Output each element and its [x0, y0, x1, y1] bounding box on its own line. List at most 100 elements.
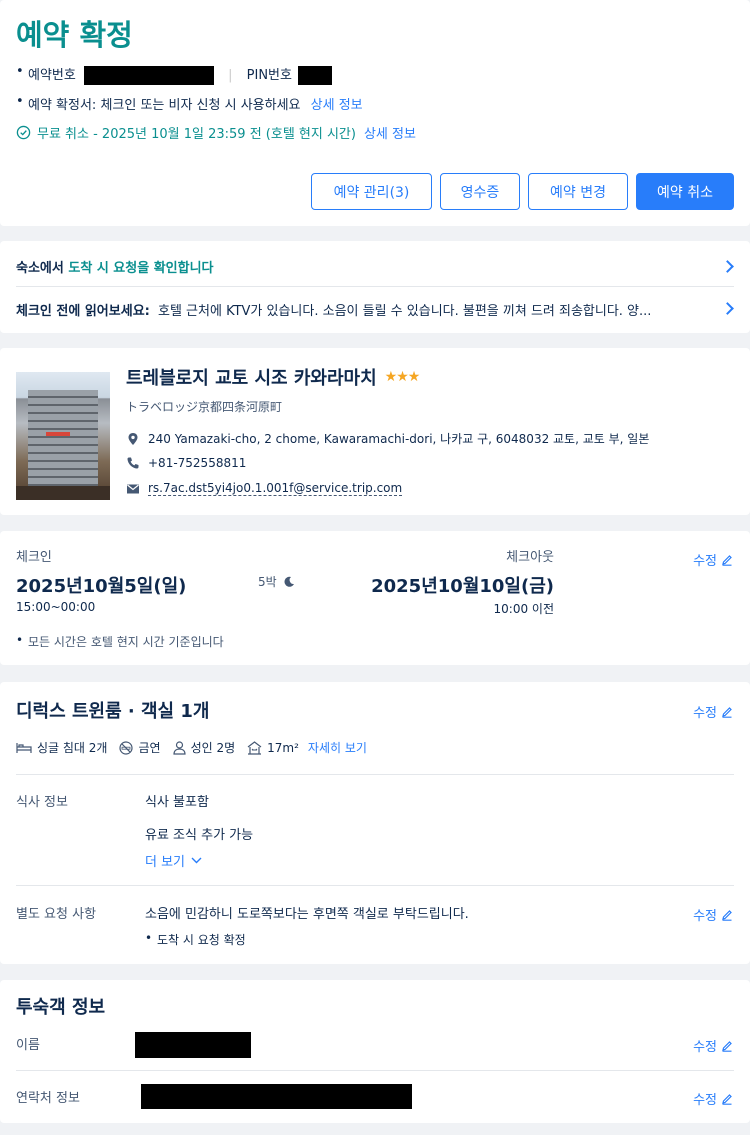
checkin-label: 체크인 [16, 550, 52, 565]
chevron-down-icon [191, 857, 202, 864]
free-cancel-details-link[interactable]: 상세 정보 [364, 123, 416, 142]
pencil-icon [722, 554, 732, 566]
confirmation-details-link[interactable]: 상세 정보 [311, 98, 363, 113]
guest-name-edit-button[interactable]: 수정 [693, 1036, 733, 1055]
room-amenities: 싱글 침대 2개 금연 성인 2명 17m² 자세히 보기 [16, 739, 367, 756]
nights-row: 5박 [258, 573, 295, 590]
cancel-booking-button[interactable]: 예약 취소 [636, 173, 734, 210]
size-amenity: 17m² 자세히 보기 [247, 739, 367, 756]
contact-label: 연락처 정보 [16, 1091, 80, 1106]
hotel-name-row: 트레블로지 교토 시조 카와라마치 ★★★ [126, 364, 421, 390]
guests-amenity: 성인 2명 [172, 739, 236, 756]
more-link[interactable]: 더 보기 [145, 851, 202, 870]
page-title: 예약 확정 [16, 18, 133, 52]
receipt-button[interactable]: 영수증 [440, 173, 520, 210]
location-pin-icon [128, 432, 138, 445]
hotel-email[interactable]: rs.7ac.dst5yi4jo0.1.001f@service.trip.co… [148, 481, 403, 496]
free-cancel-text: 무료 취소 - 2025년 10월 1일 23:59 전 (호텔 현지 시간) [37, 127, 356, 142]
edit-label: 수정 [693, 706, 717, 721]
meal-label: 식사 정보 [16, 795, 68, 810]
meal-extra: 유료 조식 추가 가능 [145, 828, 254, 843]
change-booking-button[interactable]: 예약 변경 [528, 173, 628, 210]
contact-redacted [141, 1084, 412, 1109]
hotel-local-name: トラベロッジ京都四条河原町 [126, 400, 283, 414]
manage-booking-button[interactable]: 예약 관리(3) [311, 173, 432, 210]
address-row: 240 Yamazaki-cho, 2 chome, Kawaramachi-d… [126, 430, 649, 447]
divider [16, 885, 734, 886]
checkout-date: 2025년10월10일(금) [371, 576, 554, 597]
hotel-address: 240 Yamazaki-cho, 2 chome, Kawaramachi-d… [148, 432, 650, 446]
guest-name-redacted [135, 1032, 251, 1058]
checkout-time: 10:00 이전 [493, 602, 554, 616]
check-circle-icon [16, 125, 31, 140]
confirmation-text: 예약 확정서: 체크인 또는 비자 신청 시 사용하세요 [28, 98, 301, 113]
person-icon [172, 740, 186, 755]
room-card: 디럭스 트윈룸 · 객실 1개 수정 싱글 침대 2개 금연 성인 2명 17m… [0, 682, 750, 964]
guest-info-card: 투숙객 정보 이름 수정 연락처 정보 수정 [0, 980, 750, 1123]
checkin-date: 2025년10월5일(일) [16, 576, 187, 597]
hotel-card: 트레블로지 교토 시조 카와라마치 ★★★ トラベロッジ京都四条河原町 240 … [0, 348, 750, 515]
divider [16, 286, 734, 287]
stay-edit-button[interactable]: 수정 [693, 550, 733, 569]
booking-number-row: 예약번호 | PIN번호 [16, 64, 333, 85]
nights-count: 5박 [258, 575, 277, 589]
guest-name-label: 이름 [16, 1038, 40, 1053]
timezone-note: 모든 시간은 호텔 현지 시간 기준입니다 [16, 633, 224, 650]
pin-label: PIN번호 [246, 68, 292, 83]
phone-row: +81-752558811 [126, 456, 246, 470]
request-edit-button[interactable]: 수정 [693, 905, 733, 924]
hotel-name[interactable]: 트레블로지 교토 시조 카와라마치 [126, 364, 377, 390]
edit-label: 수정 [693, 1040, 717, 1055]
bed-icon [16, 742, 32, 753]
smoking-text: 금연 [138, 741, 161, 755]
guest-info-title: 투숙객 정보 [16, 997, 106, 1018]
booking-header-card: 예약 확정 예약번호 | PIN번호 예약 확정서: 체크인 또는 비자 신청 … [0, 0, 750, 226]
bed-text: 싱글 침대 2개 [37, 741, 108, 755]
phone-icon [127, 457, 139, 469]
star-rating-icon: ★★★ [384, 369, 421, 385]
free-cancel-row: 무료 취소 - 2025년 10월 1일 23:59 전 (호텔 현지 시간) … [16, 123, 416, 142]
arrival-highlight: 도착 시 요청을 확인합니다 [68, 261, 214, 276]
edit-label: 수정 [693, 554, 717, 569]
confirmation-row: 예약 확정서: 체크인 또는 비자 신청 시 사용하세요 상세 정보 [16, 94, 363, 113]
mail-icon [127, 484, 139, 493]
checkout-label: 체크아웃 [506, 550, 554, 565]
email-row: rs.7ac.dst5yi4jo0.1.001f@service.trip.co… [126, 481, 403, 496]
arrival-prefix: 숙소에서 [16, 261, 69, 276]
pencil-icon [722, 1093, 732, 1105]
room-edit-button[interactable]: 수정 [693, 702, 733, 721]
read-before-checkin-row[interactable]: 체크인 전에 읽어보세요: 호텔 근처에 KTV가 있습니다. 소음이 들릴 수… [16, 300, 706, 319]
divider [16, 1070, 734, 1071]
separator: | [228, 68, 233, 83]
edit-label: 수정 [693, 909, 717, 924]
meal-value: 식사 불포함 [145, 795, 209, 810]
stay-dates-card: 체크인 2025년10월5일(일) 15:00~00:00 5박 체크아웃 20… [0, 531, 750, 665]
moon-icon [284, 576, 294, 587]
pencil-icon [722, 706, 732, 718]
smoking-amenity: 금연 [119, 739, 161, 756]
pencil-icon [722, 909, 732, 921]
checkin-time: 15:00~00:00 [16, 600, 96, 614]
pin-redacted [298, 66, 333, 85]
request-label: 별도 요청 사항 [16, 907, 97, 922]
room-details-link[interactable]: 자세히 보기 [308, 739, 367, 756]
hotel-image [16, 372, 110, 500]
divider [16, 774, 734, 775]
hotel-phone[interactable]: +81-752558811 [148, 456, 246, 470]
more-link-label: 더 보기 [145, 855, 186, 870]
chevron-right-icon[interactable] [721, 302, 734, 315]
booking-no-label: 예약번호 [28, 68, 76, 83]
edit-label: 수정 [693, 1093, 717, 1108]
read-before-text: 호텔 근처에 KTV가 있습니다. 소음이 들릴 수 있습니다. 불편을 끼쳐 … [158, 304, 652, 319]
bed-amenity: 싱글 침대 2개 [16, 739, 107, 756]
room-title: 디럭스 트윈룸 · 객실 1개 [16, 701, 210, 722]
contact-edit-button[interactable]: 수정 [693, 1089, 733, 1108]
request-value: 소음에 민감하니 도로쪽보다는 후면쪽 객실로 부탁드립니다. [145, 907, 469, 922]
arrival-request-row[interactable]: 숙소에서 도착 시 요청을 확인합니다 [16, 257, 734, 276]
guests-text: 성인 2명 [190, 741, 236, 755]
room-size-icon [247, 740, 262, 755]
booking-no-redacted [83, 66, 214, 85]
request-status: 도착 시 요청 확정 [145, 931, 246, 948]
no-smoking-icon [119, 740, 134, 755]
notices-card: 숙소에서 도착 시 요청을 확인합니다 체크인 전에 읽어보세요: 호텔 근처에… [0, 241, 750, 333]
